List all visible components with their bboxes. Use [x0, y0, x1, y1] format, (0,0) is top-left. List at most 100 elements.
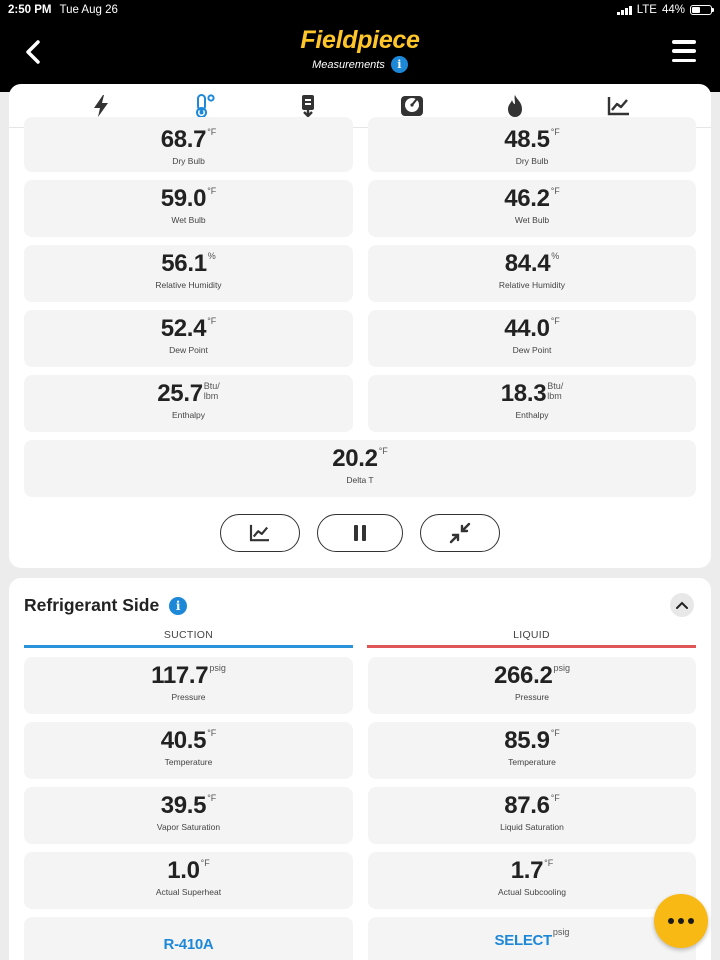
more-dots-icon [668, 918, 674, 924]
brand-logo: Fieldpiece [300, 26, 420, 54]
tile-value: 56.1 [161, 250, 207, 277]
return-wet-bulb-tile[interactable]: 59.0 °F Wet Bulb [24, 180, 353, 237]
battery-percent: 44% [661, 4, 685, 16]
supply-enthalpy-tile[interactable]: 18.3 Btu/lbm Enthalpy [368, 375, 696, 432]
tile-unit: psig [552, 927, 570, 937]
graph-button[interactable] [220, 514, 300, 552]
tile-value: 266.2 [493, 662, 553, 689]
tile-label: Temperature [164, 757, 213, 767]
info-icon[interactable]: i [390, 56, 408, 73]
supply-humidity-tile[interactable]: 84.4% Relative Humidity [368, 245, 696, 302]
tile-unit: °F [550, 186, 560, 196]
actual-subcooling-tile[interactable]: 1.7 °F Actual Subcooling [368, 852, 696, 909]
tile-value: 44.0 [504, 315, 550, 342]
tile-label: Enthalpy [515, 410, 549, 420]
liquid-temperature-tile[interactable]: 85.9 °F Temperature [368, 722, 696, 779]
page-subtitle: Measurements i [0, 56, 720, 73]
more-options-button[interactable] [654, 894, 708, 948]
liquid-divider [367, 645, 696, 648]
liquid-pressure-tile[interactable]: 266.2 psig Pressure [368, 657, 696, 714]
delta-t-tile[interactable]: 20.2 °F Delta T [24, 440, 696, 497]
return-humidity-tile[interactable]: 56.1% Relative Humidity [24, 245, 353, 302]
tile-value: 52.4 [160, 315, 207, 342]
app-header: Fieldpiece Measurements i [0, 20, 720, 92]
tile-label: Delta T [346, 475, 374, 485]
menu-button[interactable] [672, 40, 696, 62]
tile-unit: Btu/lbm [203, 381, 220, 401]
suction-pressure-tile[interactable]: 117.7 psig Pressure [24, 657, 353, 714]
supply-dew-point-tile[interactable]: 44.0 °F Dew Point [368, 310, 696, 367]
suction-temperature-tile[interactable]: 40.5 °F Temperature [24, 722, 353, 779]
section-title-text: Refrigerant Side [24, 595, 160, 615]
tile-unit: °F [207, 186, 217, 196]
tile-value: 39.5 [160, 792, 207, 819]
probe-icon [302, 94, 315, 118]
network-label: LTE [636, 4, 657, 16]
minimize-arrows-icon [449, 522, 471, 544]
tile-label: Temperature [508, 757, 556, 767]
tile-label: Actual Superheat [155, 887, 222, 897]
tile-value: 20.2 [332, 445, 378, 472]
chart-icon [249, 524, 269, 542]
tile-label: Vapor Saturation [156, 822, 221, 832]
refrigerant-type-tile[interactable]: R-410A [24, 917, 353, 960]
tile-unit: °F [550, 728, 560, 738]
air-side-panel: 68.7 °F Dry Bulb 59.0 °F Wet Bulb 56.1% Re… [9, 84, 711, 568]
suction-divider [24, 645, 353, 648]
status-time: 2:50 PM [8, 4, 52, 16]
select-target-link[interactable]: SELECT [495, 931, 553, 951]
tile-unit: °F [378, 446, 388, 456]
tile-unit: % [207, 251, 216, 261]
tile-label: Dry Bulb [172, 156, 205, 166]
target-select-tile[interactable]: SELECT psig [368, 917, 696, 960]
tile-value: 48.5 [504, 126, 550, 153]
tile-value: 18.3 [500, 380, 547, 407]
tile-unit: % [551, 251, 560, 261]
tile-value: 84.4 [504, 250, 551, 277]
status-date: Tue Aug 26 [59, 4, 118, 16]
tile-unit: °F [550, 127, 560, 137]
return-dry-bulb-tile[interactable]: 68.7 °F Dry Bulb [24, 117, 353, 172]
battery-icon [690, 5, 714, 15]
lightning-icon [93, 94, 108, 117]
tile-unit: °F [207, 793, 217, 803]
vapor-saturation-tile[interactable]: 39.5 °F Vapor Saturation [24, 787, 353, 844]
tile-unit: °F [207, 316, 217, 326]
liquid-saturation-tile[interactable]: 87.6 °F Liquid Saturation [368, 787, 696, 844]
tile-label: Relative Humidity [498, 280, 566, 290]
return-enthalpy-tile[interactable]: 25.7 Btu/lbm Enthalpy [24, 375, 353, 432]
signal-icon [616, 5, 632, 15]
tile-value: 1.0 [167, 857, 200, 884]
tile-unit: °F [207, 728, 217, 738]
tile-label: Relative Humidity [155, 280, 222, 290]
pause-icon [354, 525, 366, 541]
tile-label: Wet Bulb [514, 215, 550, 225]
tile-label: Dry Bulb [515, 156, 549, 166]
refrigerant-type-link[interactable]: R-410A [164, 935, 214, 955]
info-icon[interactable]: i [169, 596, 188, 615]
supply-wet-bulb-tile[interactable]: 46.2 °F Wet Bulb [368, 180, 696, 237]
tile-value: 1.7 [510, 857, 544, 884]
return-dew-point-tile[interactable]: 52.4 °F Dew Point [24, 310, 353, 367]
tile-value: 117.7 [151, 662, 209, 689]
pause-button[interactable] [317, 514, 403, 552]
tile-value: 85.9 [504, 727, 550, 754]
tile-value: 68.7 [160, 126, 207, 153]
chevron-up-icon [676, 601, 688, 609]
chart-icon [607, 96, 630, 115]
collapse-section-button[interactable] [670, 593, 694, 617]
tile-unit: °F [550, 793, 560, 803]
tile-unit: °F [550, 316, 560, 326]
tile-label: Liquid Saturation [500, 822, 564, 832]
tile-label: Enthalpy [171, 410, 206, 420]
refrigerant-side-panel: Refrigerant Side i SUCTION LIQUID 117.7 p… [9, 578, 711, 960]
tile-label: Dew Point [169, 345, 208, 355]
tile-value: 59.0 [160, 185, 207, 212]
tile-label: Pressure [171, 692, 206, 702]
status-bar: 2:50 PM Tue Aug 26 LTE 44% [0, 0, 720, 20]
section-title: Refrigerant Side i [24, 595, 188, 616]
collapse-view-button[interactable] [420, 514, 500, 552]
supply-dry-bulb-tile[interactable]: 48.5 °F Dry Bulb [368, 117, 696, 172]
tile-value: 40.5 [160, 727, 207, 754]
actual-superheat-tile[interactable]: 1.0 °F Actual Superheat [24, 852, 353, 909]
